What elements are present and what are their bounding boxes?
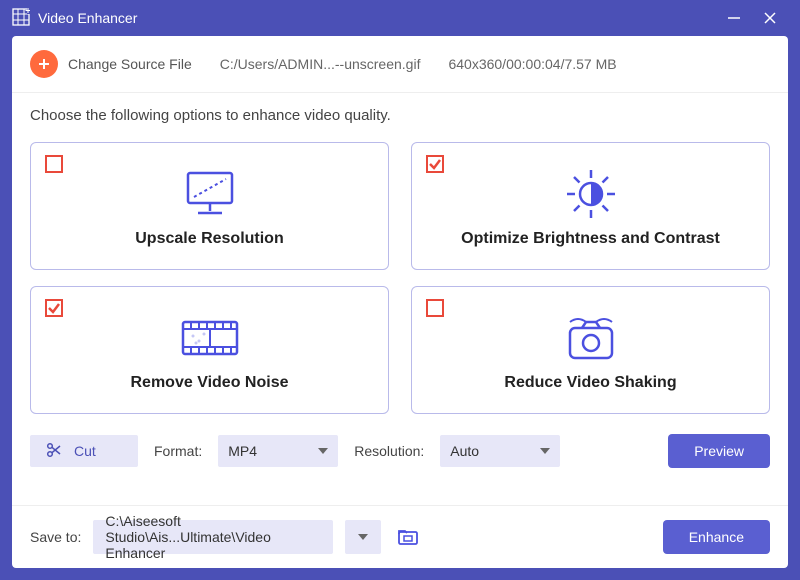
chevron-down-icon <box>540 448 550 454</box>
card-upscale-resolution[interactable]: Upscale Resolution <box>30 142 389 270</box>
filmstrip-icon <box>179 308 241 368</box>
source-file-info: 640x360/00:00:04/7.57 MB <box>448 56 616 72</box>
cut-label: Cut <box>74 443 96 459</box>
main-area: Choose the following options to enhance … <box>12 93 788 505</box>
preview-label: Preview <box>694 443 744 459</box>
controls-row: Cut Format: MP4 Resolution: Auto Preview <box>30 414 770 482</box>
minimize-button[interactable] <box>716 0 752 36</box>
save-to-label: Save to: <box>30 529 81 545</box>
title-bar: Video Enhancer <box>0 0 800 36</box>
monitor-icon <box>182 164 238 224</box>
brightness-icon <box>563 164 619 224</box>
change-source-button[interactable]: Change Source File <box>30 50 192 78</box>
change-source-label: Change Source File <box>68 56 192 72</box>
source-strip: Change Source File C:/Users/ADMIN...--un… <box>12 36 788 93</box>
preview-button[interactable]: Preview <box>668 434 770 468</box>
card-label: Remove Video Noise <box>131 374 289 392</box>
enhance-label: Enhance <box>689 529 744 545</box>
card-remove-noise[interactable]: Remove Video Noise <box>30 286 389 414</box>
format-value: MP4 <box>228 443 257 459</box>
folder-icon <box>397 528 419 546</box>
card-reduce-shaking[interactable]: Reduce Video Shaking <box>411 286 770 414</box>
resolution-label: Resolution: <box>354 443 424 459</box>
app-icon <box>12 8 30 29</box>
save-path-value: C:\Aiseesoft Studio\Ais...Ultimate\Video… <box>105 513 321 561</box>
instruction-text: Choose the following options to enhance … <box>30 107 770 124</box>
bottom-bar: Save to: C:\Aiseesoft Studio\Ais...Ultim… <box>12 505 788 568</box>
resolution-select[interactable]: Auto <box>440 435 560 467</box>
source-file-path: C:/Users/ADMIN...--unscreen.gif <box>220 56 421 72</box>
format-select[interactable]: MP4 <box>218 435 338 467</box>
enhance-button[interactable]: Enhance <box>663 520 770 554</box>
card-label: Reduce Video Shaking <box>504 374 676 392</box>
chevron-down-icon <box>318 448 328 454</box>
save-path-dropdown[interactable] <box>345 520 381 554</box>
chevron-down-icon <box>358 534 368 540</box>
open-folder-button[interactable] <box>393 522 423 552</box>
card-label: Upscale Resolution <box>135 230 283 248</box>
close-button[interactable] <box>752 0 788 36</box>
scissors-icon <box>46 442 62 461</box>
checkbox-upscale[interactable] <box>45 155 63 173</box>
plus-icon <box>30 50 58 78</box>
checkbox-noise[interactable] <box>45 299 63 317</box>
resolution-value: Auto <box>450 443 479 459</box>
app-title: Video Enhancer <box>38 10 137 26</box>
camera-shake-icon <box>560 308 622 368</box>
checkbox-brightness[interactable] <box>426 155 444 173</box>
card-label: Optimize Brightness and Contrast <box>461 230 720 248</box>
card-optimize-brightness[interactable]: Optimize Brightness and Contrast <box>411 142 770 270</box>
format-label: Format: <box>154 443 202 459</box>
cut-button[interactable]: Cut <box>30 435 138 467</box>
option-cards: Upscale Resolution Optimize Brightness a… <box>30 142 770 414</box>
content-panel: Change Source File C:/Users/ADMIN...--un… <box>12 36 788 568</box>
checkbox-shaking[interactable] <box>426 299 444 317</box>
save-path-box[interactable]: C:\Aiseesoft Studio\Ais...Ultimate\Video… <box>93 520 333 554</box>
